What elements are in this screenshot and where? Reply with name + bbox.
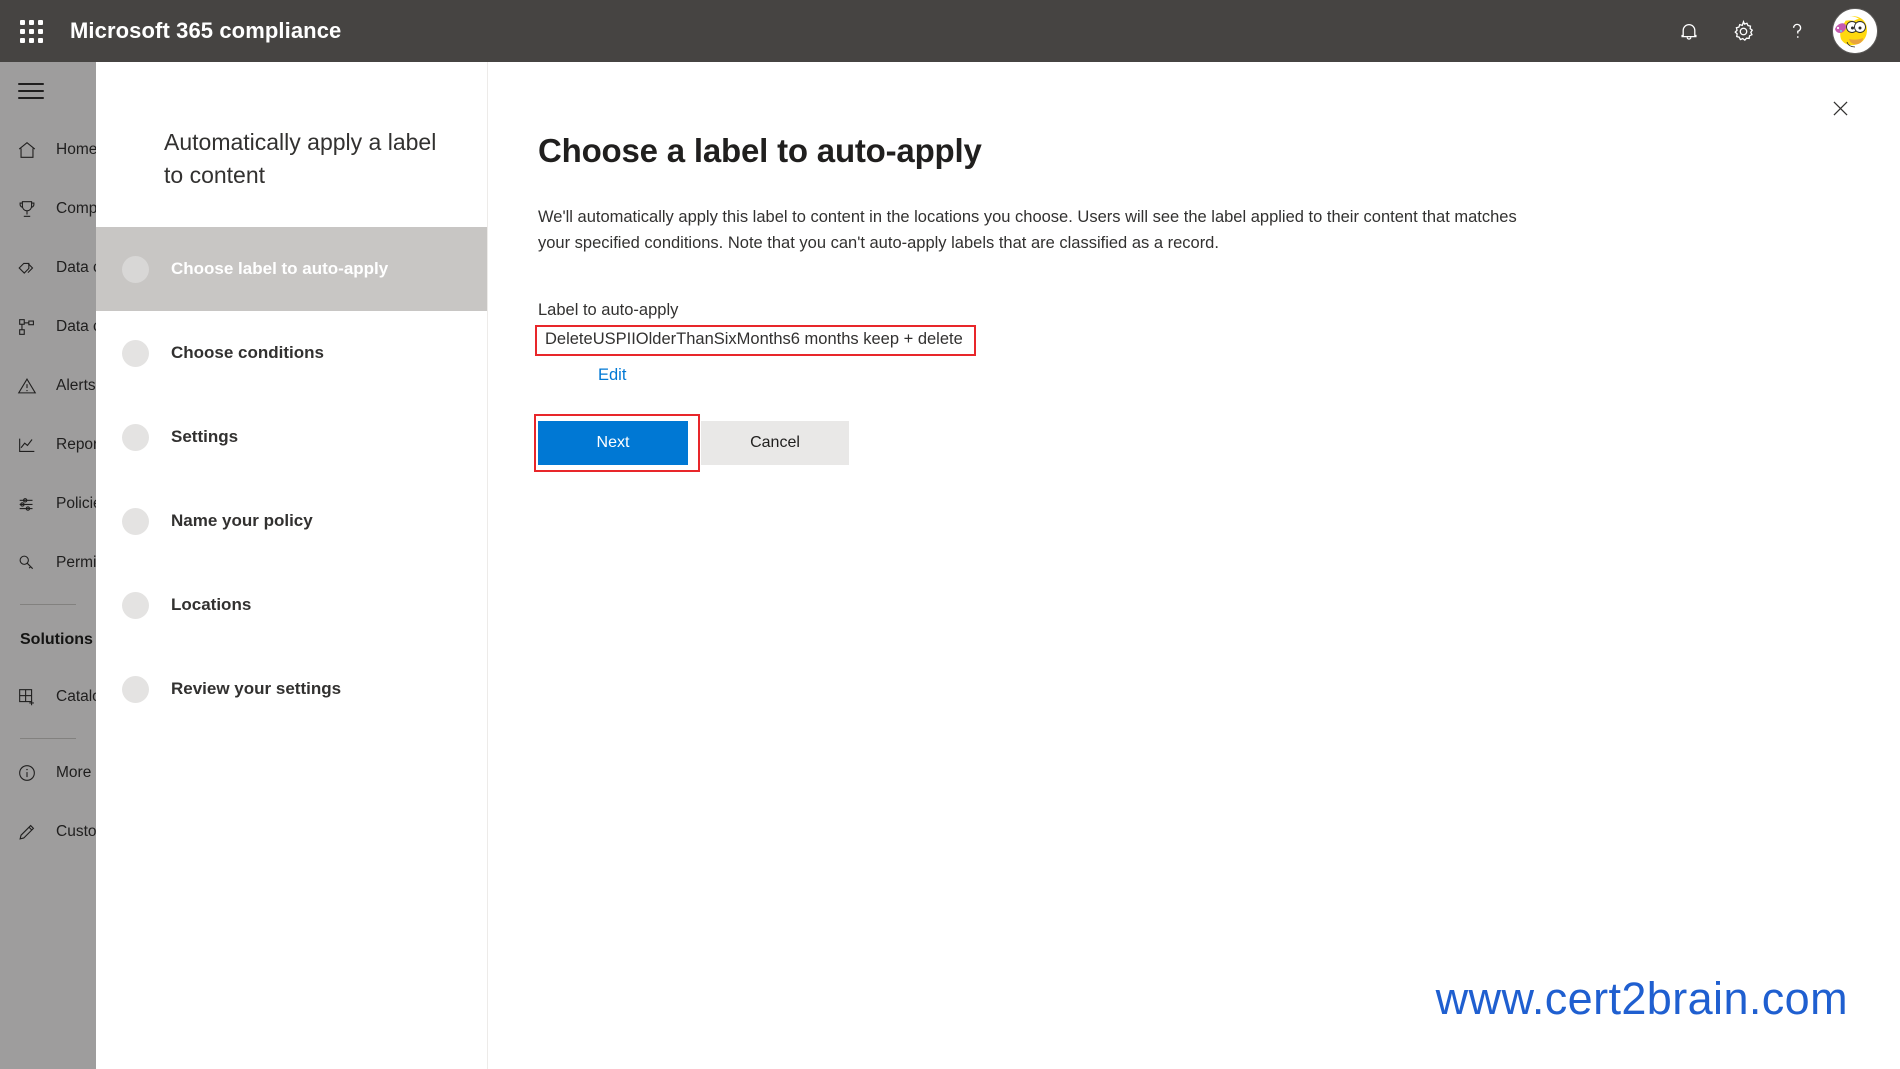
wizard-step-review-your-settings[interactable]: Review your settings	[96, 647, 487, 731]
wizard-content: Choose a label to auto-apply We'll autom…	[488, 62, 1900, 1069]
gear-icon[interactable]	[1716, 0, 1770, 62]
step-bullet-icon	[122, 507, 149, 535]
cancel-button[interactable]: Cancel	[701, 420, 849, 465]
sidebar-item-customize-navigation[interactable]: Customize navigation	[0, 802, 96, 861]
close-icon[interactable]	[1822, 90, 1858, 126]
page-title: Choose a label to auto-apply	[538, 132, 982, 169]
sidebar-item-home[interactable]: Home	[0, 120, 96, 179]
trophy-icon	[16, 198, 50, 220]
left-nav: Home Compliance manager Data classificat…	[0, 62, 96, 1069]
wizard-step-choose-conditions[interactable]: Choose conditions	[96, 311, 487, 395]
wizard-step-label: Settings	[171, 427, 239, 447]
sidebar-item-label: More resources	[56, 763, 96, 781]
step-bullet-icon	[122, 339, 149, 367]
avatar[interactable]	[1832, 8, 1878, 54]
suite-bar: Microsoft 365 compliance	[0, 0, 1900, 62]
sitemap-icon	[16, 316, 50, 338]
wizard-step-name-your-policy[interactable]: Name your policy	[96, 479, 487, 563]
sidebar-item-reports[interactable]: Reports	[0, 415, 96, 474]
wizard-step-label: Review your settings	[171, 679, 342, 699]
info-circle-icon	[16, 762, 50, 784]
sidebar-item-label: Home	[56, 140, 96, 158]
app-launcher-icon[interactable]	[0, 0, 62, 62]
sidebar-item-more-resources[interactable]: More resources	[0, 743, 96, 802]
wizard-step-label: Choose label to auto-apply	[171, 259, 389, 279]
step-bullet-icon	[122, 423, 149, 451]
sidebar-item-permissions[interactable]: Permissions	[0, 533, 96, 592]
page-description: We'll automatically apply this label to …	[538, 208, 1517, 253]
wizard-step-locations[interactable]: Locations	[96, 563, 487, 647]
nav-divider	[20, 738, 76, 739]
sidebar-item-label: Policies	[56, 494, 96, 512]
sidebar-item-alerts[interactable]: Alerts	[0, 356, 96, 415]
tag-icon	[16, 257, 50, 279]
bell-icon[interactable]	[1662, 0, 1716, 62]
wizard-button-row: Next Cancel	[534, 413, 1840, 472]
sidebar-item-policies[interactable]: Policies	[0, 474, 96, 533]
question-mark-icon[interactable]	[1770, 0, 1824, 62]
suite-title: Microsoft 365 compliance	[70, 18, 342, 43]
wizard-step-list: Choose label to auto-apply Choose condit…	[96, 227, 487, 731]
home-icon	[16, 139, 50, 161]
auto-apply-label-wizard-panel: Automatically apply a label to content C…	[96, 62, 1900, 1069]
label-value-container: DeleteUSPIIOlderThanSixMonths6 months ke…	[535, 324, 976, 356]
wizard-step-choose-label[interactable]: Choose label to auto-apply	[96, 227, 487, 312]
sidebar-item-label: Permissions	[56, 553, 96, 571]
suite-actions	[1662, 0, 1900, 62]
watermark: www.cert2brain.com	[1435, 973, 1848, 1024]
sidebar-item-label: Reports	[56, 435, 96, 453]
sidebar-item-data-connectors[interactable]: Data connectors	[0, 297, 96, 356]
wizard-step-settings[interactable]: Settings	[96, 395, 487, 479]
hamburger-menu-icon[interactable]	[0, 62, 96, 120]
sliders-icon	[16, 493, 50, 515]
step-bullet-icon	[122, 675, 149, 703]
sidebar-item-label: Compliance manager	[56, 199, 96, 217]
sidebar-item-label: Catalog	[56, 687, 96, 705]
catalog-grid-plus-icon	[16, 686, 50, 708]
nav-divider	[20, 604, 76, 605]
sidebar-item-compliance-manager[interactable]: Compliance manager	[0, 179, 96, 238]
label-field-caption: Label to auto-apply	[538, 300, 679, 319]
wizard-step-label: Choose conditions	[171, 343, 324, 363]
warning-triangle-icon	[16, 375, 50, 397]
sidebar-item-catalog[interactable]: Catalog	[0, 667, 96, 726]
sidebar-item-label: Customize navigation	[56, 822, 96, 840]
sidebar-item-data-classification[interactable]: Data classification	[0, 238, 96, 297]
sidebar-item-label: Alerts	[56, 376, 96, 394]
wizard-step-nav: Automatically apply a label to content C…	[96, 62, 488, 1069]
hamburger-bars	[18, 78, 44, 104]
next-button[interactable]: Next	[538, 420, 688, 465]
nav-section-title: Solutions	[20, 631, 93, 648]
wizard-step-label: Name your policy	[171, 511, 313, 531]
selected-label-value: DeleteUSPIIOlderThanSixMonths6 months ke…	[545, 329, 963, 348]
step-bullet-icon	[122, 591, 149, 619]
sidebar-item-label: Data connectors	[56, 317, 96, 335]
sidebar-item-label: Data classification	[56, 258, 96, 276]
line-chart-icon	[16, 434, 50, 456]
edit-link[interactable]: Edit	[538, 366, 626, 385]
key-icon	[16, 552, 50, 574]
step-bullet-icon	[122, 255, 149, 283]
app-launcher-grid	[19, 19, 43, 43]
pencil-icon	[16, 821, 50, 843]
wizard-heading: Automatically apply a label to content	[164, 129, 437, 188]
wizard-step-label: Locations	[171, 595, 252, 615]
